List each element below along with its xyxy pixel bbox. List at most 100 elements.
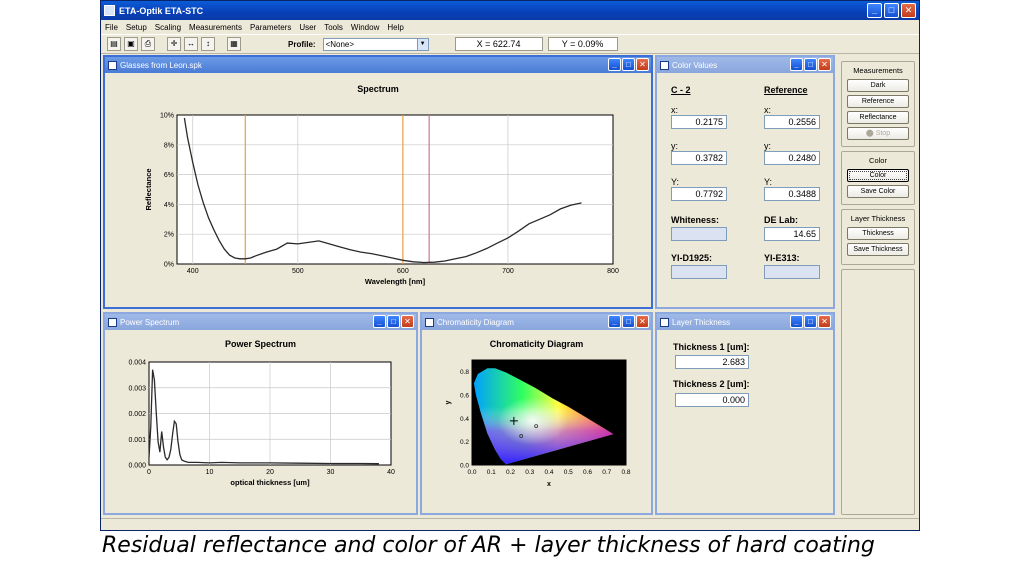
chroma-chart[interactable]: 0.00.20.40.60.80.0 0.1 0.2 0.3 0.4 0.5 0.6 0.7 0…: [422, 330, 651, 513]
c2-y-field[interactable]: 0.3782: [671, 151, 727, 165]
thickness-group-title: Layer Thickness: [850, 214, 906, 223]
maximize-button[interactable]: □: [804, 315, 817, 328]
close-button[interactable]: ✕: [401, 315, 414, 328]
thickness-1-field[interactable]: 2.683: [675, 355, 749, 369]
ref-luminance-label: Y:: [764, 177, 773, 187]
minimize-button[interactable]: _: [867, 3, 882, 18]
x-tick-label: 0: [147, 469, 151, 476]
color-group: Color Color Save Color: [841, 151, 915, 205]
x-tick-label: 500: [292, 268, 304, 275]
spectrum-window-title: Glasses from Leon.spk: [120, 60, 202, 70]
maximize-button[interactable]: □: [622, 58, 635, 71]
chroma-window-title: Chromaticity Diagram: [437, 317, 514, 327]
mdi-area: Glasses from Leon.spk _ □ ✕ Spectrum 0% 2…: [101, 55, 837, 517]
menu-file[interactable]: File: [105, 23, 118, 32]
zoom-x-icon[interactable]: ↔: [184, 37, 198, 51]
thickness-button[interactable]: Thickness: [847, 227, 909, 240]
save-thickness-button[interactable]: Save Thickness: [847, 243, 909, 256]
save-icon[interactable]: ▣: [124, 37, 138, 51]
yi-e313-label: YI-E313:: [764, 253, 800, 263]
maximize-button[interactable]: □: [884, 3, 899, 18]
minimize-button[interactable]: _: [608, 58, 621, 71]
menu-user[interactable]: User: [299, 23, 316, 32]
x-tick-label: 0.7: [602, 469, 611, 476]
x-tick-label: 0.4: [544, 469, 553, 476]
yi-e313-field[interactable]: [764, 265, 820, 279]
x-tick-label: 0.0: [467, 469, 476, 476]
window-icon: [108, 60, 117, 70]
maximize-button[interactable]: □: [622, 315, 635, 328]
minimize-button[interactable]: _: [790, 58, 803, 71]
minimize-button[interactable]: _: [790, 315, 803, 328]
chromaticity-window: Chromaticity Diagram _ □ ✕ Chromaticity …: [420, 312, 653, 515]
whiteness-field[interactable]: [671, 227, 727, 241]
measurements-title: Measurements: [853, 66, 903, 75]
thickness-2-field[interactable]: 0.000: [675, 393, 749, 407]
dark-button[interactable]: Dark: [847, 79, 909, 92]
c2-y-label: y:: [671, 141, 679, 151]
reference-button[interactable]: Reference: [847, 95, 909, 108]
close-button[interactable]: ✕: [818, 315, 831, 328]
x-axis-label: x: [547, 481, 551, 488]
thickness-group: Layer Thickness Thickness Save Thickness: [841, 209, 915, 265]
minimize-button[interactable]: _: [373, 315, 386, 328]
close-button[interactable]: ✕: [636, 58, 649, 71]
close-button[interactable]: ✕: [636, 315, 649, 328]
layer-window-title: Layer Thickness: [672, 317, 731, 327]
yi-d1925-field[interactable]: [671, 265, 727, 279]
menu-window[interactable]: Window: [351, 23, 379, 32]
slide-caption: Residual reflectance and color of AR + l…: [102, 533, 875, 558]
save-color-button[interactable]: Save Color: [847, 185, 909, 198]
x-axis-label: Wavelength [nm]: [365, 277, 426, 286]
ref-luminance-field[interactable]: 0.3488: [764, 187, 820, 201]
stop-button[interactable]: ⬤ Stop: [847, 127, 909, 140]
ref-y-label: y:: [764, 141, 772, 151]
color-button[interactable]: Color: [847, 169, 909, 182]
y-tick-label: 0.004: [128, 360, 146, 367]
y-tick-label: 0.8: [460, 369, 469, 376]
close-button[interactable]: ✕: [818, 58, 831, 71]
y-tick-label: 0.000: [128, 463, 146, 470]
delab-field[interactable]: 14.65: [764, 227, 820, 241]
zoom-y-icon[interactable]: ↕: [201, 37, 215, 51]
plot-area: [176, 114, 614, 265]
maximize-button[interactable]: □: [804, 58, 817, 71]
menu-tools[interactable]: Tools: [324, 23, 343, 32]
x-tick-label: 0.3: [525, 469, 534, 476]
zoom-in-icon[interactable]: ✛: [167, 37, 181, 51]
ref-y-field[interactable]: 0.2480: [764, 151, 820, 165]
app-icon: [104, 5, 115, 16]
power-chart[interactable]: 0.000 0.001 0.002 0.003 0.004 0 10 20 30 40 optica…: [105, 330, 416, 513]
print-icon[interactable]: ⎙: [141, 37, 155, 51]
open-icon[interactable]: ▤: [107, 37, 121, 51]
chevron-down-icon[interactable]: ▼: [416, 38, 428, 50]
menu-measurements[interactable]: Measurements: [189, 23, 242, 32]
maximize-button[interactable]: □: [387, 315, 400, 328]
spectrum-window: Glasses from Leon.spk _ □ ✕ Spectrum 0% 2…: [103, 55, 653, 309]
c2-luminance-field[interactable]: 0.7792: [671, 187, 727, 201]
power-window-title: Power Spectrum: [120, 317, 180, 327]
x-tick-label: 600: [397, 268, 409, 275]
title-bar: ETA-Optik ETA-STC _ □ ✕: [101, 1, 919, 20]
x-tick-label: 800: [607, 268, 619, 275]
spectrum-chart[interactable]: 0% 2% 4% 6% 8% 10% 400 500 600 700 800 Wavelength […: [105, 73, 651, 303]
window-icon: [108, 317, 117, 327]
menu-setup[interactable]: Setup: [126, 23, 147, 32]
close-button[interactable]: ✕: [901, 3, 916, 18]
settings-icon[interactable]: ▦: [227, 37, 241, 51]
c2-x-field[interactable]: 0.2175: [671, 115, 727, 129]
x-tick-label: 0.8: [621, 469, 630, 476]
ref-x-field[interactable]: 0.2556: [764, 115, 820, 129]
reflectance-button[interactable]: Reflectance: [847, 111, 909, 124]
y-tick-label: 10%: [160, 113, 174, 120]
menu-parameters[interactable]: Parameters: [250, 23, 291, 32]
x-tick-label: 0.5: [564, 469, 573, 476]
x-tick-label: 400: [187, 268, 199, 275]
y-tick-label: 0.003: [128, 385, 146, 392]
menu-help[interactable]: Help: [387, 23, 403, 32]
minimize-button[interactable]: _: [608, 315, 621, 328]
profile-select[interactable]: <None> ▼: [322, 37, 429, 51]
status-bar: [101, 518, 919, 530]
menu-scaling[interactable]: Scaling: [155, 23, 181, 32]
y-tick-label: 0.002: [128, 411, 146, 418]
